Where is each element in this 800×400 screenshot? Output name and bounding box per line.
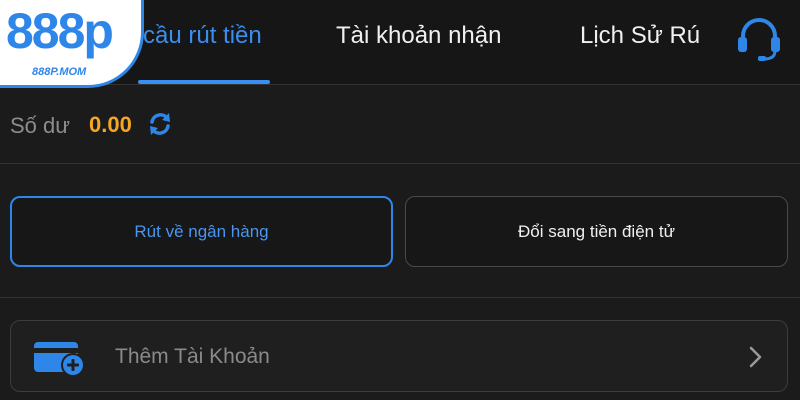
balance-label: Số dư: [10, 113, 70, 138]
refresh-icon[interactable]: [146, 110, 174, 138]
balance-row: Số dư 0.00: [0, 86, 800, 164]
logo-domain: 888P.MOM: [32, 66, 87, 78]
logo-text: 888p: [6, 3, 114, 59]
headset-icon[interactable]: [734, 14, 784, 64]
chevron-right-icon: [743, 343, 769, 371]
add-account-label: Thêm Tài Khoản: [115, 345, 270, 368]
tab-receiving-account[interactable]: Tài khoản nhận: [336, 22, 501, 50]
active-tab-indicator: [138, 80, 270, 84]
withdraw-methods: Rút về ngân hàng Đổi sang tiền điện tử: [0, 165, 800, 298]
wallet-add-icon: [33, 338, 89, 378]
tab-withdraw-request[interactable]: cầu rút tiền: [143, 22, 262, 50]
brand-logo[interactable]: 888p 888P.MOM: [0, 0, 144, 88]
add-account-button[interactable]: Thêm Tài Khoản: [10, 320, 788, 392]
tab-withdraw-history[interactable]: Lịch Sử Rú: [580, 22, 700, 50]
convert-to-crypto-button[interactable]: Đổi sang tiền điện tử: [405, 196, 788, 267]
balance-value: 0.00: [89, 112, 132, 137]
withdraw-to-bank-button[interactable]: Rút về ngân hàng: [10, 196, 393, 267]
